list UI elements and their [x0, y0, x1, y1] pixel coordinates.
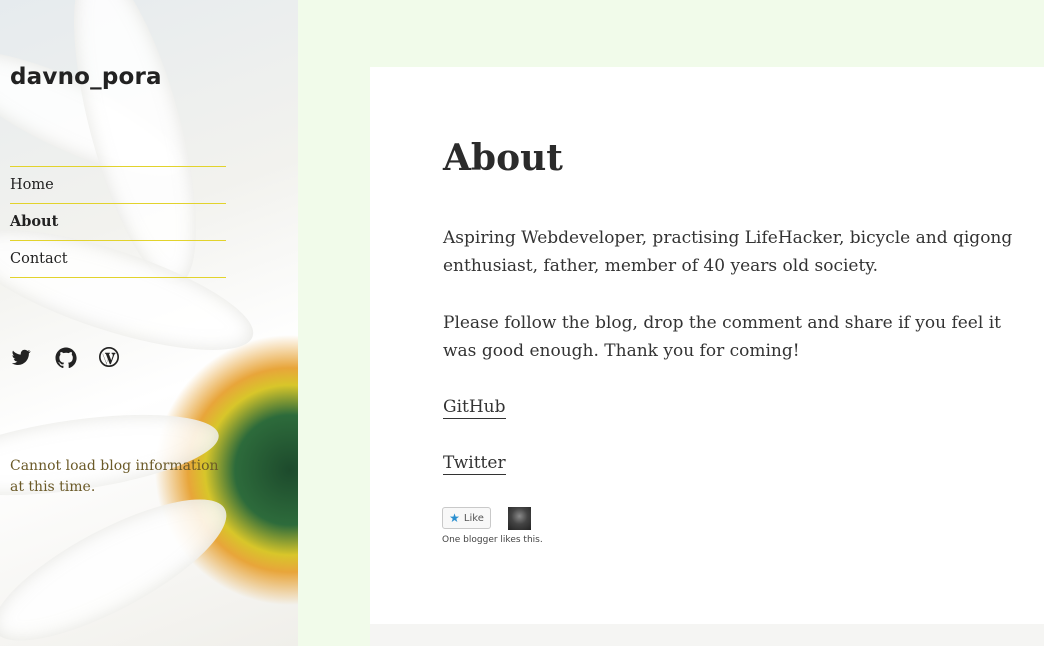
likes-summary: One blogger likes this. [442, 535, 543, 545]
twitter-icon[interactable] [10, 346, 34, 370]
nav-item-contact[interactable]: Contact [10, 240, 226, 278]
wordpress-icon[interactable] [98, 346, 122, 370]
main-navigation: Home About Contact [10, 166, 226, 278]
twitter-link[interactable]: Twitter [443, 452, 506, 475]
social-links [10, 346, 122, 370]
github-link[interactable]: GitHub [443, 396, 506, 419]
avatar[interactable] [508, 507, 531, 530]
nav-item-home[interactable]: Home [10, 166, 226, 203]
content-footer-strip [370, 624, 1044, 646]
main-content: About Aspiring Webdeveloper, practising … [370, 67, 1044, 624]
site-title[interactable]: davno_pora [10, 64, 162, 90]
nav-item-about[interactable]: About [10, 203, 226, 240]
star-icon: ★ [449, 511, 460, 525]
page-title: About [443, 137, 563, 179]
like-button-label: Like [463, 512, 484, 524]
github-icon[interactable] [54, 346, 78, 370]
blog-info-message: Cannot load blog information at this tim… [10, 458, 219, 495]
like-button[interactable]: ★ Like [442, 507, 491, 529]
about-paragraph: Aspiring Webdeveloper, practising LifeHa… [443, 228, 1013, 276]
about-paragraph: Please follow the blog, drop the comment… [443, 313, 1001, 361]
daisy-petal [0, 473, 244, 646]
sidebar: davno_pora Home About Contact Cannot loa… [0, 0, 298, 646]
